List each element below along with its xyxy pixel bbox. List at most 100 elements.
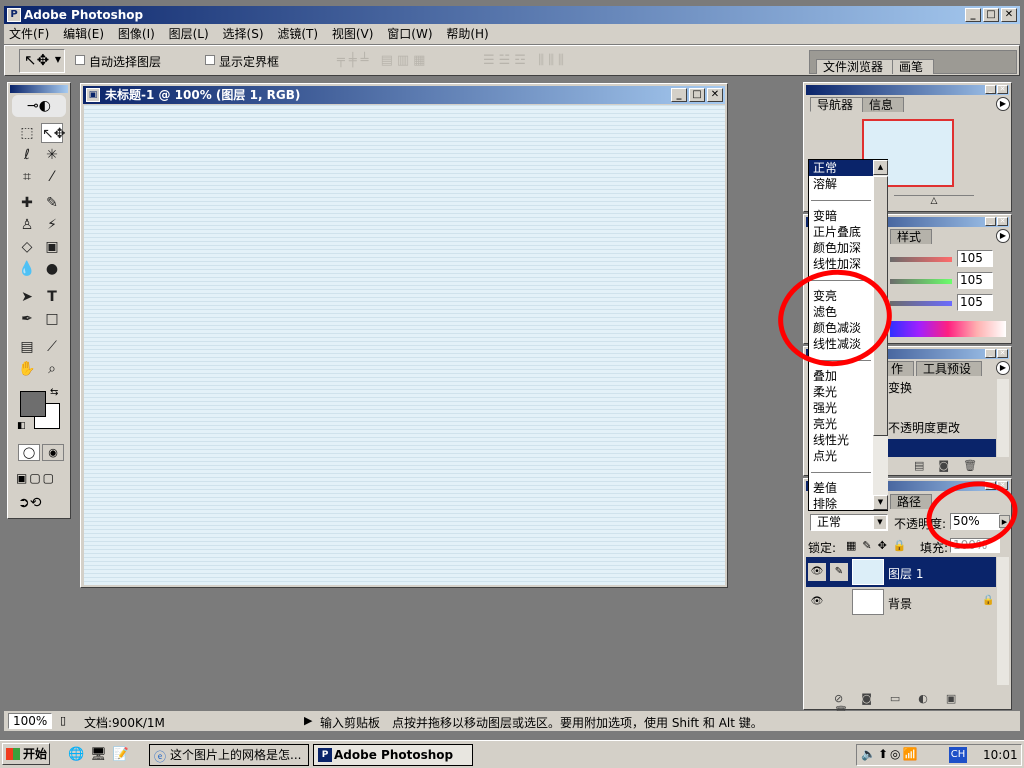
history-item[interactable]: 变换 (888, 379, 996, 395)
red-value[interactable]: 105 (957, 250, 993, 267)
eraser-tool-icon[interactable]: ◇ (16, 237, 38, 257)
blend-option[interactable]: 正常 (809, 160, 873, 176)
menu-edit[interactable]: 编辑(E) (58, 24, 109, 44)
marquee-tool-icon[interactable]: ⬚ (16, 123, 38, 143)
zoom-field[interactable]: 100% (8, 713, 52, 729)
slice-tool-icon[interactable]: ⁄ (41, 167, 63, 187)
menu-filter[interactable]: 滤镜(T) (272, 24, 323, 44)
lock-icons[interactable]: ▦✎✥🔒 (846, 539, 913, 552)
tab-tool-presets[interactable]: 工具预设 (916, 361, 983, 376)
auto-select-checkbox[interactable] (75, 55, 85, 65)
notes-tool-icon[interactable]: ▤ (16, 337, 38, 357)
color-panel-menu-icon[interactable]: ▶ (996, 229, 1010, 243)
blend-option[interactable]: 颜色加深 (809, 240, 873, 256)
default-colors-icon[interactable]: ◧ (17, 421, 26, 431)
layer-row-layer1[interactable]: 👁 ✎ 图层 1 (806, 557, 996, 587)
history-item[interactable]: 不透明度更改 (888, 419, 996, 435)
color-close-button[interactable]: ✕ (997, 217, 1008, 226)
eyedropper-icon[interactable]: ⟋ (41, 337, 63, 357)
align-buttons[interactable]: ╤╪╧ ▤▥▦ (337, 54, 467, 68)
menu-window[interactable]: 窗口(W) (382, 24, 437, 44)
eye-icon[interactable]: 👁 (808, 593, 826, 611)
eye-icon[interactable]: 👁 (808, 563, 826, 581)
scroll-up-button[interactable]: ▲ (873, 160, 888, 175)
close-button[interactable]: ✕ (1001, 8, 1017, 22)
task-button-photoshop[interactable]: P Adobe Photoshop (313, 744, 473, 766)
menu-select[interactable]: 选择(S) (218, 24, 269, 44)
blue-value[interactable]: 105 (957, 294, 993, 311)
blend-option[interactable]: 差值 (809, 480, 873, 496)
menu-view[interactable]: 视图(V) (327, 24, 379, 44)
blend-mode-select[interactable]: 正常 ▼ (810, 514, 888, 531)
brush-link-icon[interactable]: ✎ (830, 563, 848, 581)
jump-to-imageready-icon[interactable]: ➲⟲ (18, 495, 62, 513)
blue-slider[interactable] (890, 301, 952, 306)
tool-preset-picker[interactable]: ↖✥ ▼ (19, 49, 65, 73)
history-brush-icon[interactable]: ⚡ (41, 215, 63, 235)
scroll-down-button[interactable]: ▼ (873, 495, 888, 510)
blend-option[interactable]: 溶解 (809, 176, 873, 192)
quick-mask-icon[interactable]: ◉ (42, 444, 64, 461)
blend-option[interactable]: 叠加 (809, 368, 873, 384)
tab-file-browser[interactable]: 文件浏览器 (816, 59, 895, 74)
tab-styles[interactable]: 样式 (890, 229, 933, 244)
history-scrollbar[interactable] (997, 379, 1009, 457)
blend-option[interactable]: 正片叠底 (809, 224, 873, 240)
path-select-icon[interactable]: ➤ (16, 287, 38, 307)
minimize-button[interactable]: _ (965, 8, 981, 22)
blend-option[interactable]: 线性光 (809, 432, 873, 448)
crop-tool-icon[interactable]: ⌗ (16, 167, 38, 187)
blend-option[interactable]: 柔光 (809, 384, 873, 400)
status-arrow-icon[interactable]: ▶ (304, 714, 312, 727)
tab-actions[interactable]: 作 (884, 361, 915, 376)
brush-tool-icon[interactable]: ✎ (41, 193, 63, 213)
type-tool-icon[interactable]: T (41, 287, 63, 307)
canvas[interactable] (84, 105, 725, 585)
gradient-tool-icon[interactable]: ▣ (41, 237, 63, 257)
history-footer-icons[interactable]: ▤◙🗑 (914, 459, 1004, 473)
blend-option[interactable]: 亮光 (809, 416, 873, 432)
quicklaunch-icons[interactable]: 🌐🖥📝 (68, 747, 135, 762)
blend-option[interactable]: 强光 (809, 400, 873, 416)
stamp-tool-icon[interactable]: ♙ (16, 215, 38, 235)
menu-help[interactable]: 帮助(H) (441, 24, 493, 44)
tray-icons[interactable]: 🔈⬆◎📶 (861, 747, 919, 761)
ime-indicator[interactable]: CH (949, 747, 967, 763)
green-value[interactable]: 105 (957, 272, 993, 289)
doc-info-icon[interactable]: ▯ (60, 714, 66, 727)
show-bounds-checkbox[interactable] (205, 55, 215, 65)
doc-minimize-button[interactable]: _ (671, 88, 687, 102)
doc-maximize-button[interactable]: □ (689, 88, 705, 102)
blur-tool-icon[interactable]: 💧 (16, 259, 38, 279)
hand-tool-icon[interactable]: ✋ (16, 359, 38, 379)
blend-option[interactable]: 点光 (809, 448, 873, 464)
blend-option[interactable]: 变暗 (809, 208, 873, 224)
panel-menu-arrow-icon[interactable]: ▶ (996, 97, 1010, 111)
swap-colors-icon[interactable]: ⇆ (50, 387, 58, 398)
tab-info[interactable]: 信息 (862, 97, 905, 112)
layers-footer-icons[interactable]: ⊘◙▭◐▣🗑 (834, 692, 1004, 718)
magic-wand-icon[interactable]: ✳ (41, 145, 63, 165)
lasso-tool-icon[interactable]: ℓ (16, 145, 38, 165)
red-slider[interactable] (890, 257, 952, 262)
doc-close-button[interactable]: ✕ (707, 88, 723, 102)
color-ramp[interactable] (890, 321, 1006, 337)
navigator-close-button[interactable]: ✕ (997, 85, 1008, 94)
adobe-online-icon[interactable]: ⊸◐ (12, 95, 66, 117)
menu-file[interactable]: 文件(F) (4, 24, 54, 44)
navigator-zoom-slider[interactable]: △ (894, 195, 974, 206)
shape-tool-icon[interactable]: □ (41, 309, 63, 329)
history-close-button[interactable]: ✕ (997, 349, 1008, 358)
history-minimize-button[interactable]: _ (985, 349, 996, 358)
start-button[interactable]: 开始 (2, 743, 50, 765)
standard-mode-icon[interactable]: ◯ (18, 444, 40, 461)
dodge-tool-icon[interactable]: ● (41, 259, 63, 279)
screen-modes-icons[interactable]: ▣▢▢ (16, 471, 66, 487)
layers-scrollbar[interactable] (997, 557, 1009, 685)
menu-layer[interactable]: 图层(L) (164, 24, 214, 44)
layer-row-background[interactable]: 👁 背景 🔒 (806, 587, 996, 617)
tab-brushes[interactable]: 画笔 (892, 59, 935, 74)
green-slider[interactable] (890, 279, 952, 284)
healing-brush-icon[interactable]: ✚ (16, 193, 38, 213)
tab-navigator[interactable]: 导航器 (810, 97, 865, 112)
